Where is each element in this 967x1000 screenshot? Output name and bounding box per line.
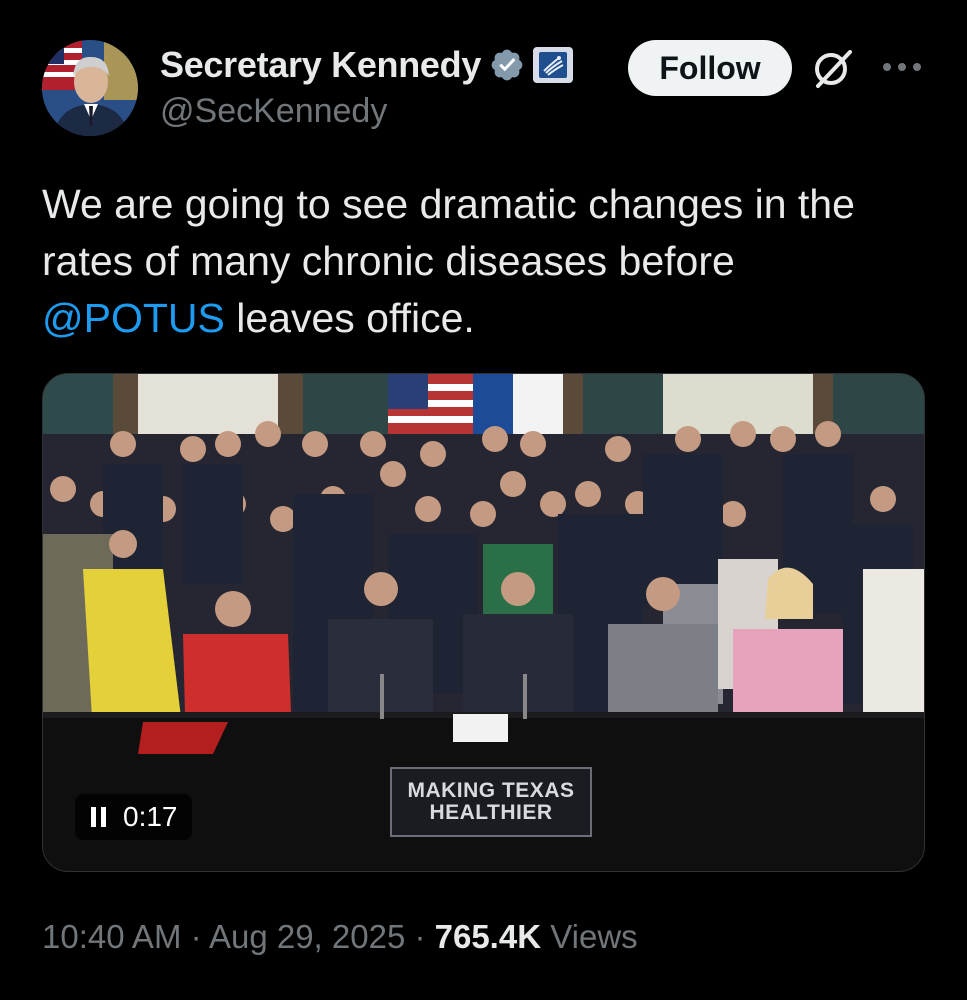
views-label: Views xyxy=(541,918,638,955)
video-time-control[interactable]: 0:17 xyxy=(75,794,192,840)
views-count[interactable]: 765.4K xyxy=(435,918,541,955)
author-name-row: Secretary Kennedy xyxy=(160,42,574,88)
more-horizontal-icon[interactable] xyxy=(880,60,924,74)
avatar-image xyxy=(42,40,138,136)
avatar[interactable] xyxy=(42,40,138,136)
video-time: 0:17 xyxy=(123,801,178,832)
meta-separator: · xyxy=(181,918,209,955)
tweet-time[interactable]: 10:40 AM xyxy=(42,918,181,955)
display-name[interactable]: Secretary Kennedy xyxy=(160,44,481,86)
meta-separator-2: · xyxy=(405,918,435,955)
tweet-text: We are going to see dramatic changes in … xyxy=(42,176,922,347)
tweet-text-part1: We are going to see dramatic changes in … xyxy=(42,181,855,284)
tweet-date[interactable]: Aug 29, 2025 xyxy=(209,918,405,955)
video-player[interactable]: MAKING TEXAS HEALTHIER 0:17 xyxy=(42,373,925,872)
tweet-text-part2: leaves office. xyxy=(224,295,475,341)
hhs-eagle-badge-icon[interactable] xyxy=(533,47,574,83)
tweet-meta: 10:40 AM · Aug 29, 2025 · 765.4K Views xyxy=(42,918,638,956)
verified-badge-icon[interactable] xyxy=(489,47,525,83)
sign-line-1: MAKING TEXAS xyxy=(407,779,575,802)
sign-label: MAKING TEXAS HEALTHIER xyxy=(390,767,592,837)
pause-icon[interactable] xyxy=(89,805,109,829)
tweet: Secretary Kennedy @SecKennedy Follow We … xyxy=(0,0,967,1000)
author-handle[interactable]: @SecKennedy xyxy=(160,92,387,131)
mention-link[interactable]: @POTUS xyxy=(42,295,225,341)
follow-button[interactable]: Follow xyxy=(628,40,792,96)
hhs-eagle-icon xyxy=(539,52,568,78)
grok-icon[interactable] xyxy=(810,46,856,92)
sign-line-2: HEALTHIER xyxy=(429,801,553,824)
